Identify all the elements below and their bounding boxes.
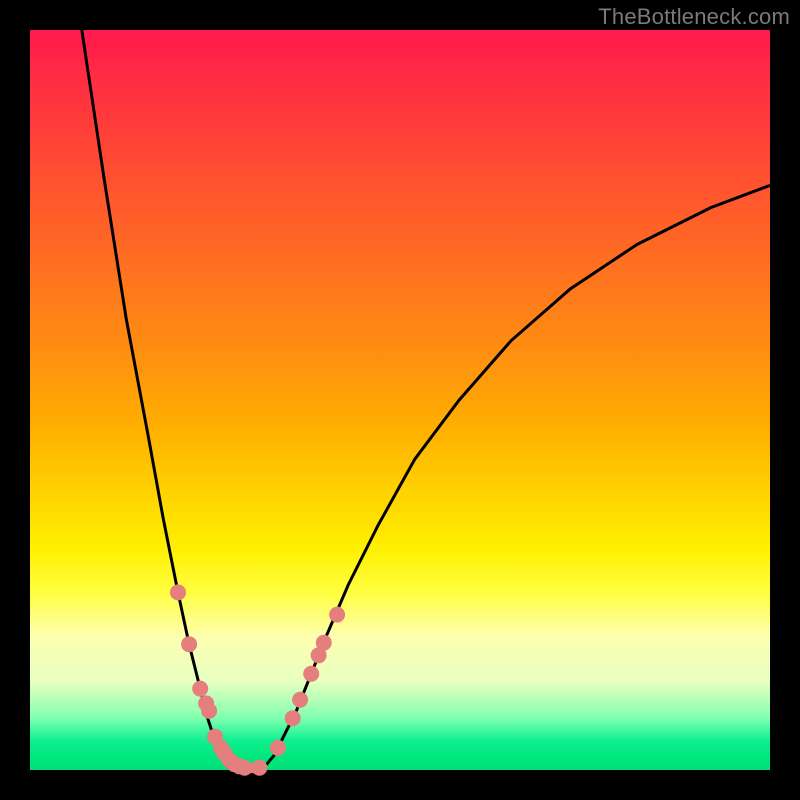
chart-container: TheBottleneck.com — [0, 0, 800, 800]
plot-area — [30, 30, 770, 770]
highlight-dot — [285, 710, 301, 726]
highlight-dot — [237, 760, 253, 776]
highlight-dot — [170, 584, 186, 600]
highlight-dot — [270, 740, 286, 756]
highlight-dots-group — [170, 584, 345, 775]
highlight-dot — [303, 666, 319, 682]
highlight-dot — [192, 681, 208, 697]
highlight-dot — [251, 760, 267, 776]
highlight-dot — [201, 703, 217, 719]
watermark-text: TheBottleneck.com — [598, 4, 790, 30]
highlight-dot — [316, 635, 332, 651]
highlight-dot — [292, 692, 308, 708]
highlight-dot — [329, 607, 345, 623]
highlight-dot — [181, 636, 197, 652]
left-branch-curve — [82, 30, 245, 768]
right-branch-curve — [259, 185, 770, 768]
curve-layer — [30, 30, 770, 770]
